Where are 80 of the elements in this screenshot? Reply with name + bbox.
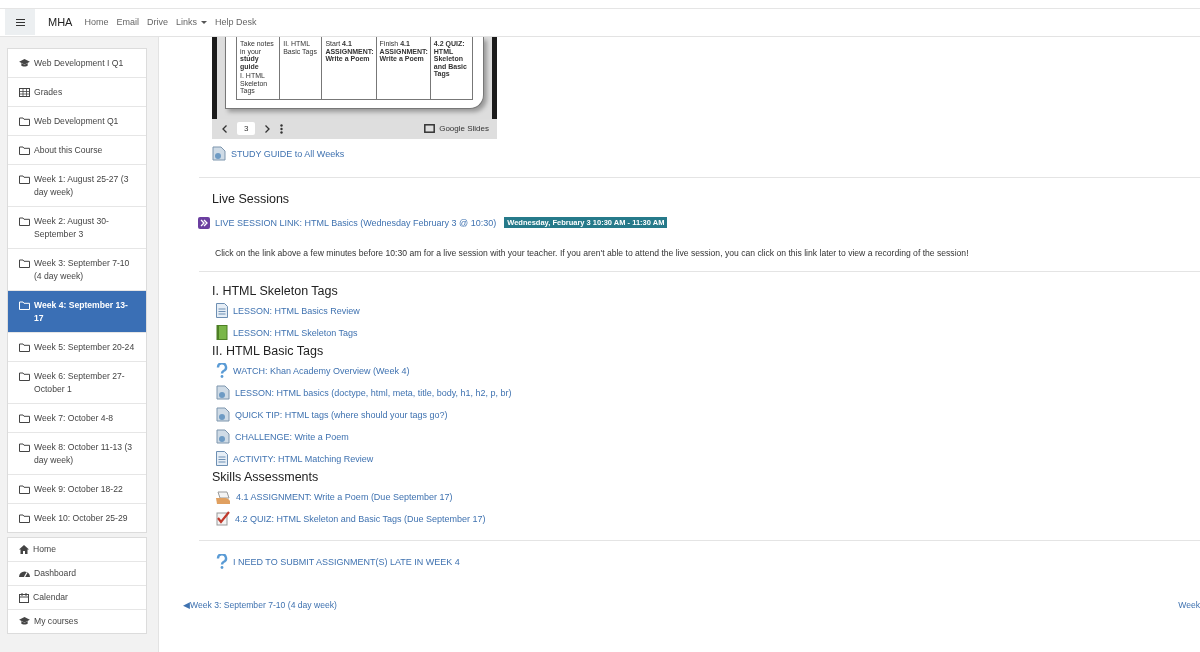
question-mark-icon: [216, 554, 228, 569]
hand-with-paper-icon: [216, 489, 231, 504]
page-icon: [216, 451, 228, 466]
menu-button[interactable]: [5, 9, 35, 35]
previous-week-link[interactable]: ◀Week 3: September 7-10 (4 day week): [183, 599, 337, 610]
sidebar-item[interactable]: Grades: [8, 78, 146, 107]
dropdown-menu-link[interactable]: Links: [176, 17, 207, 27]
presentation-icon: [424, 124, 436, 133]
sidebar-item[interactable]: Week 7: October 4-8: [8, 404, 146, 433]
folder-icon: [19, 116, 30, 126]
activity-link[interactable]: 4.2 QUIZ: HTML Skeleton and Basic Tags (Due September 17): [235, 513, 486, 524]
sidebar-item[interactable]: Week 6: September 27-October 1: [8, 362, 146, 404]
sidebar-item[interactable]: About this Course: [8, 136, 146, 165]
sidebar-item[interactable]: Home: [8, 538, 146, 562]
previous-slide-icon[interactable]: [222, 124, 227, 133]
sidebar-item[interactable]: Week 8: October 11-13 (3 day week): [8, 433, 146, 475]
nav-link[interactable]: Email: [116, 17, 139, 27]
document-icon: [216, 385, 230, 400]
sidebar-item[interactable]: Web Development I Q1: [8, 49, 146, 78]
activity-link[interactable]: 4.1 ASSIGNMENT: Write a Poem (Due September 17): [236, 491, 453, 502]
activity-link[interactable]: LESSON: HTML Skeleton Tags: [233, 327, 358, 338]
document-icon: [216, 407, 230, 422]
video-session-icon: [198, 216, 210, 229]
graduation-cap-icon: [19, 58, 30, 68]
nav-link[interactable]: Drive: [147, 17, 168, 27]
folder-icon: [19, 413, 30, 423]
live-session-link[interactable]: LIVE SESSION LINK: HTML Basics (Wednesday February 3 @ 10:30): [215, 217, 497, 228]
slide-number-field[interactable]: 3: [237, 122, 256, 135]
sidebar-item[interactable]: Week 5: September 20-24: [8, 333, 146, 362]
activity-link[interactable]: ACTIVITY: HTML Matching Review: [233, 453, 374, 464]
nav-link[interactable]: Home: [84, 17, 109, 27]
folder-icon: [19, 342, 30, 352]
sidebar-item[interactable]: Week 10: October 25-29: [8, 504, 146, 532]
home-icon: [19, 545, 29, 554]
slides-brand: Google Slides: [439, 124, 489, 133]
folder-icon: [19, 513, 30, 523]
next-slide-icon[interactable]: [265, 124, 271, 133]
sidebar-item[interactable]: Dashboard: [8, 562, 146, 586]
checked-list-icon: [216, 511, 230, 526]
activity-link[interactable]: STUDY GUIDE to All Weeks: [231, 148, 345, 159]
sidebar-item[interactable]: Week 4: September 13-17: [8, 291, 146, 333]
sidebar-item[interactable]: Web Development Q1: [8, 107, 146, 136]
folder-icon: [19, 371, 30, 381]
menu-icon: [15, 18, 25, 26]
section-heading: II. HTML Basic Tags: [212, 343, 325, 358]
session-description: Click on the link above a few minutes before 10:30 am for a live session with your teacher. If you aren't able to attend the live session, you can click on this link later to view a recording of the session!: [215, 247, 970, 258]
section-heading: Skills Assessments: [212, 469, 320, 484]
next-week-link[interactable]: Week: [1178, 599, 1200, 610]
folder-icon: [19, 174, 30, 184]
table-icon: [19, 87, 30, 97]
graduation-cap-icon: [19, 617, 30, 626]
activity-link[interactable]: I NEED TO SUBMIT ASSIGNMENT(S) LATE IN WEEK 4: [233, 556, 460, 567]
sidebar-item[interactable]: Week 2: August 30-September 3: [8, 207, 146, 249]
sidebar-item[interactable]: Week 1: August 25-27 (3 day week): [8, 165, 146, 207]
activity-link[interactable]: CHALLENGE: Write a Poem: [235, 431, 349, 442]
activity-link[interactable]: LESSON: HTML basics (doctype, html, meta, title, body, h1, h2, p, br): [235, 387, 512, 398]
folder-icon: [19, 300, 30, 310]
sidebar-item[interactable]: Calendar: [8, 586, 146, 610]
calendar-icon: [19, 593, 29, 603]
section-heading: I. HTML Skeleton Tags: [212, 283, 339, 298]
activity-link[interactable]: QUICK TIP: HTML tags (where should your tags go?): [235, 409, 448, 420]
document-icon: [212, 146, 226, 161]
nav-link[interactable]: Help Desk: [215, 17, 257, 27]
dashboard-icon: [19, 569, 30, 578]
activity-link[interactable]: WATCH: Khan Academy Overview (Week 4): [233, 365, 410, 376]
question-mark-icon: [216, 363, 228, 378]
folder-icon: [19, 442, 30, 452]
folder-icon: [19, 216, 30, 226]
page-icon: [216, 303, 228, 318]
folder-icon: [19, 484, 30, 494]
activity-link[interactable]: LESSON: HTML Basics Review: [233, 305, 360, 316]
document-icon: [216, 429, 230, 444]
sidebar-item[interactable]: Week 9: October 18-22: [8, 475, 146, 504]
more-options-icon[interactable]: [280, 123, 284, 134]
folder-icon: [19, 145, 30, 155]
book-icon: [216, 325, 228, 340]
site-brand[interactable]: MHA: [48, 16, 73, 28]
section-heading: Live Sessions: [212, 191, 291, 206]
sidebar-item[interactable]: My courses: [8, 610, 146, 633]
folder-icon: [19, 258, 30, 268]
